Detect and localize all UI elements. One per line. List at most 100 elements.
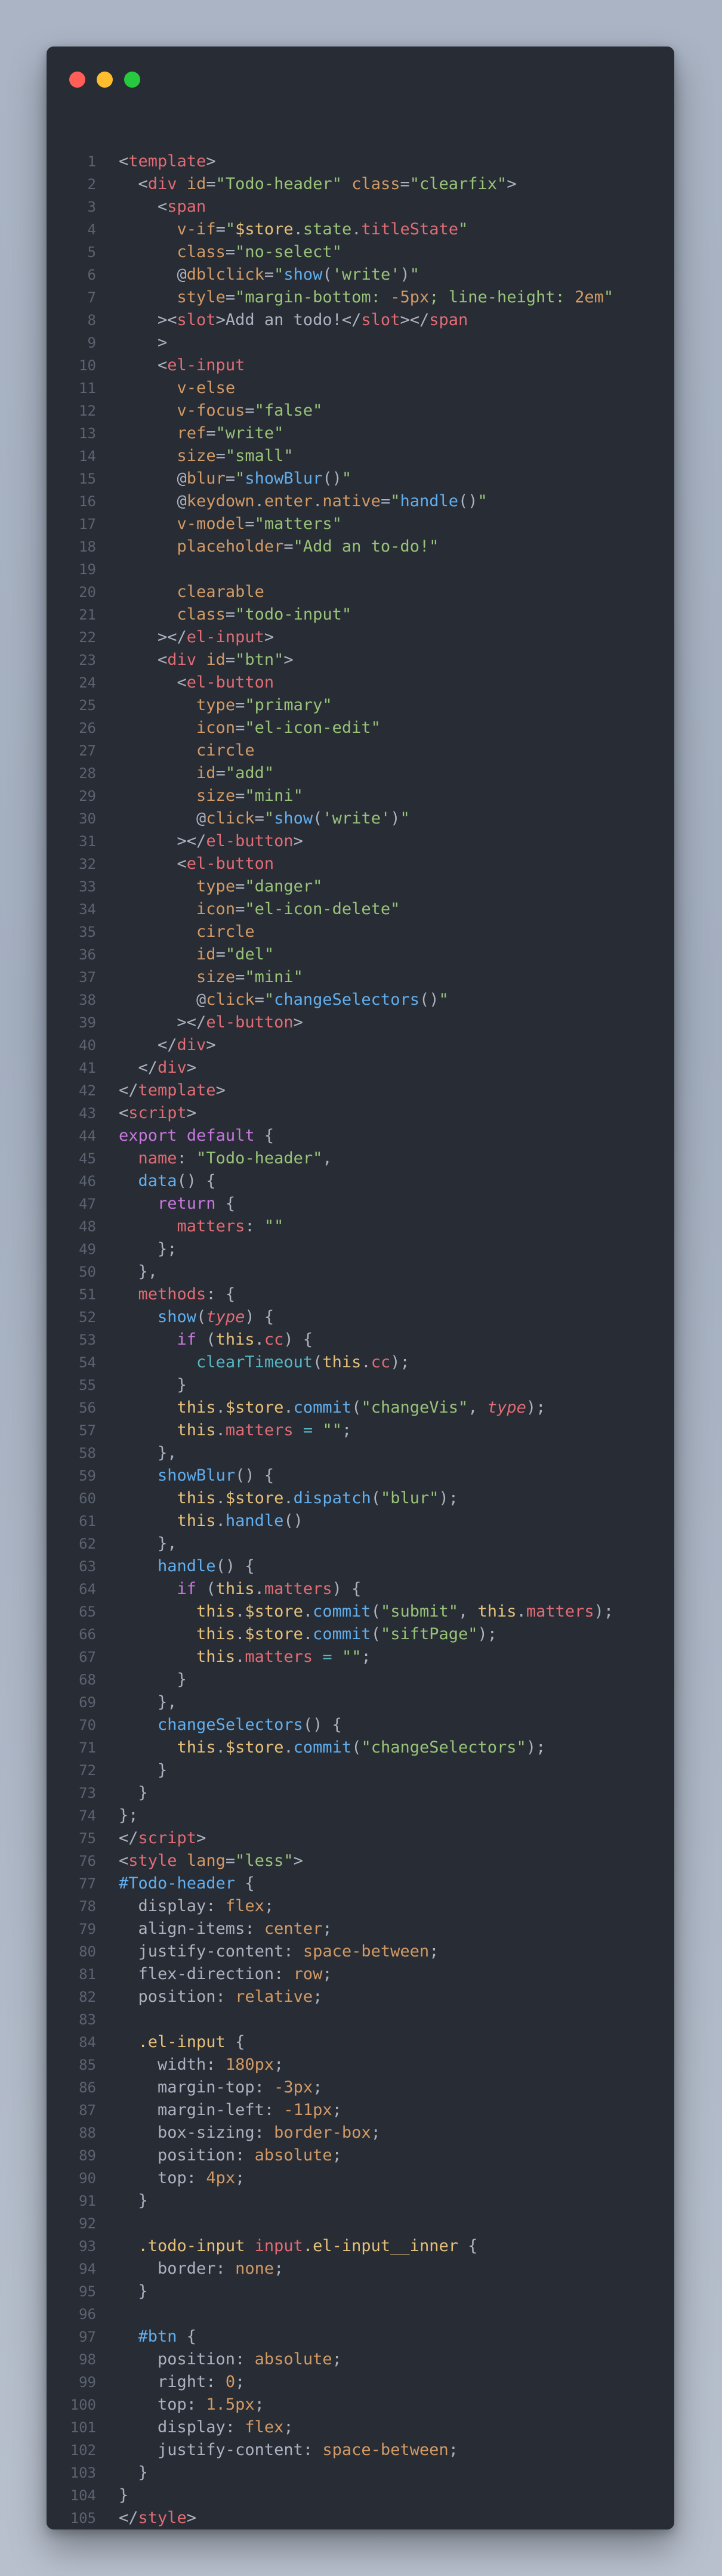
line-number: 61 [79, 1513, 96, 1530]
line-number: 96 [79, 2306, 96, 2323]
line-number: 7 [87, 289, 96, 306]
code-line: 61 this.handle() [47, 1510, 674, 1532]
code-line: 57 this.matters = ""; [47, 1419, 674, 1442]
line-text: position: absolute; [119, 2146, 342, 2165]
code-line: 28 id="add" [47, 762, 674, 785]
line-text: } [119, 1784, 148, 1802]
line-number: 97 [79, 2329, 96, 2345]
line-text: if (this.cc) { [177, 1330, 313, 1349]
line-text: flex-direction: row; [119, 1965, 332, 1983]
zoom-window-button[interactable] [124, 72, 140, 88]
line-text: ><slot>Add an todo!</slot></span [119, 311, 468, 329]
line-number: 10 [79, 357, 96, 374]
line-number: 6 [87, 267, 96, 283]
line-text: data() { [138, 1172, 216, 1190]
line-text: size="small" [177, 447, 294, 465]
code-line: 51 methods: { [47, 1283, 674, 1306]
line-text: @click="show('write')" [119, 809, 410, 828]
line-number: 13 [79, 425, 96, 442]
line-text: clearTimeout(this.cc); [196, 1353, 410, 1371]
code-line: 101 display: flex; [47, 2416, 674, 2439]
line-text: margin-left: -11px; [119, 2101, 342, 2119]
window-titlebar [47, 47, 674, 112]
line-text: <el-button [119, 854, 274, 873]
code-line: 39 ></el-button> [47, 1011, 674, 1034]
line-text: } [119, 1761, 168, 1779]
code-line: 13 ref="write" [47, 422, 674, 445]
code-line: 25 type="primary" [47, 694, 674, 717]
line-number: 64 [79, 1581, 96, 1597]
line-number: 9 [87, 335, 96, 351]
line-number: 56 [79, 1400, 96, 1416]
line-number: 40 [79, 1037, 96, 1054]
line-text: this.$store.commit("changeVis", type); [177, 1398, 546, 1417]
code-line: 9 > [47, 332, 674, 354]
line-text: #btn { [138, 2327, 197, 2346]
code-line: 80 justify-content: space-between; [47, 1940, 674, 1963]
code-line: 83 [47, 2008, 674, 2031]
code-line: 56 this.$store.commit("changeVis", type)… [47, 1397, 674, 1419]
line-number: 17 [79, 516, 96, 532]
line-text: circle [196, 741, 255, 760]
line-text: ></el-button> [119, 832, 303, 850]
line-number: 37 [79, 969, 96, 986]
code-line: 95 } [47, 2280, 674, 2303]
line-number: 72 [79, 1762, 96, 1779]
line-text: <div id="btn"> [119, 651, 294, 669]
minimize-window-button[interactable] [97, 72, 113, 88]
line-number: 29 [79, 788, 96, 804]
line-number: 12 [79, 402, 96, 419]
line-number: 38 [79, 992, 96, 1008]
line-number: 102 [70, 2442, 96, 2459]
line-number: 75 [79, 1830, 96, 1847]
line-text: style="margin-bottom: -5px; line-height:… [177, 288, 614, 306]
code-line: 3 <span [47, 196, 674, 218]
line-text: </script> [119, 1829, 206, 1847]
line-text: }, [119, 1262, 158, 1281]
line-text: <style lang="less"> [119, 1852, 303, 1870]
line-number: 67 [79, 1649, 96, 1665]
line-text: }, [119, 1534, 177, 1553]
line-number: 53 [79, 1332, 96, 1348]
line-text: <el-input [119, 356, 245, 374]
code-editor: 1 <template> 2 <div id="Todo-header" class… [47, 150, 674, 2529]
line-text: </div> [119, 1036, 216, 1054]
code-line: 88 box-sizing: border-box; [47, 2122, 674, 2144]
line-text: icon="el-icon-delete" [196, 900, 400, 918]
code-line: 82 position: relative; [47, 1986, 674, 2008]
line-number: 90 [79, 2170, 96, 2187]
line-number: 36 [79, 946, 96, 963]
line-text: } [119, 1670, 187, 1689]
line-text: ></el-button> [119, 1013, 303, 1032]
line-text: @keydown.enter.native="handle()" [119, 492, 487, 510]
line-number: 59 [79, 1467, 96, 1484]
line-text: @blur="showBlur()" [119, 469, 352, 488]
line-text: v-if="$store.state.titleState" [177, 220, 468, 239]
line-text: display: flex; [119, 1897, 274, 1915]
line-text: handle() { [158, 1557, 255, 1575]
line-text: </div> [119, 1058, 197, 1077]
code-line: 91 } [47, 2190, 674, 2212]
code-line: 32 <el-button [47, 853, 674, 875]
code-line: 65 this.$store.commit("submit", this.mat… [47, 1600, 674, 1623]
code-line: 5 class="no-select" [47, 241, 674, 264]
code-line: 15 @blur="showBlur()" [47, 467, 674, 490]
line-text: v-else [177, 379, 236, 397]
line-number: 62 [79, 1535, 96, 1552]
code-line: 46 data() { [47, 1170, 674, 1193]
line-number: 41 [79, 1060, 96, 1076]
line-text: size="mini" [196, 787, 303, 805]
code-line: 17 v-model="matters" [47, 513, 674, 535]
code-line: 84 .el-input { [47, 2031, 674, 2054]
line-text: </template> [119, 1081, 226, 1100]
code-line: 90 top: 4px; [47, 2167, 674, 2190]
close-window-button[interactable] [69, 72, 85, 88]
line-text: class="todo-input" [177, 605, 352, 624]
code-line: 78 display: flex; [47, 1895, 674, 1918]
line-text: size="mini" [196, 968, 303, 986]
line-number: 68 [79, 1671, 96, 1688]
code-line: 50 }, [47, 1261, 674, 1283]
line-text: this.$store.commit("changeSelectors"); [177, 1738, 546, 1757]
code-line: 75 </script> [47, 1827, 674, 1850]
line-text: } [119, 1376, 187, 1394]
